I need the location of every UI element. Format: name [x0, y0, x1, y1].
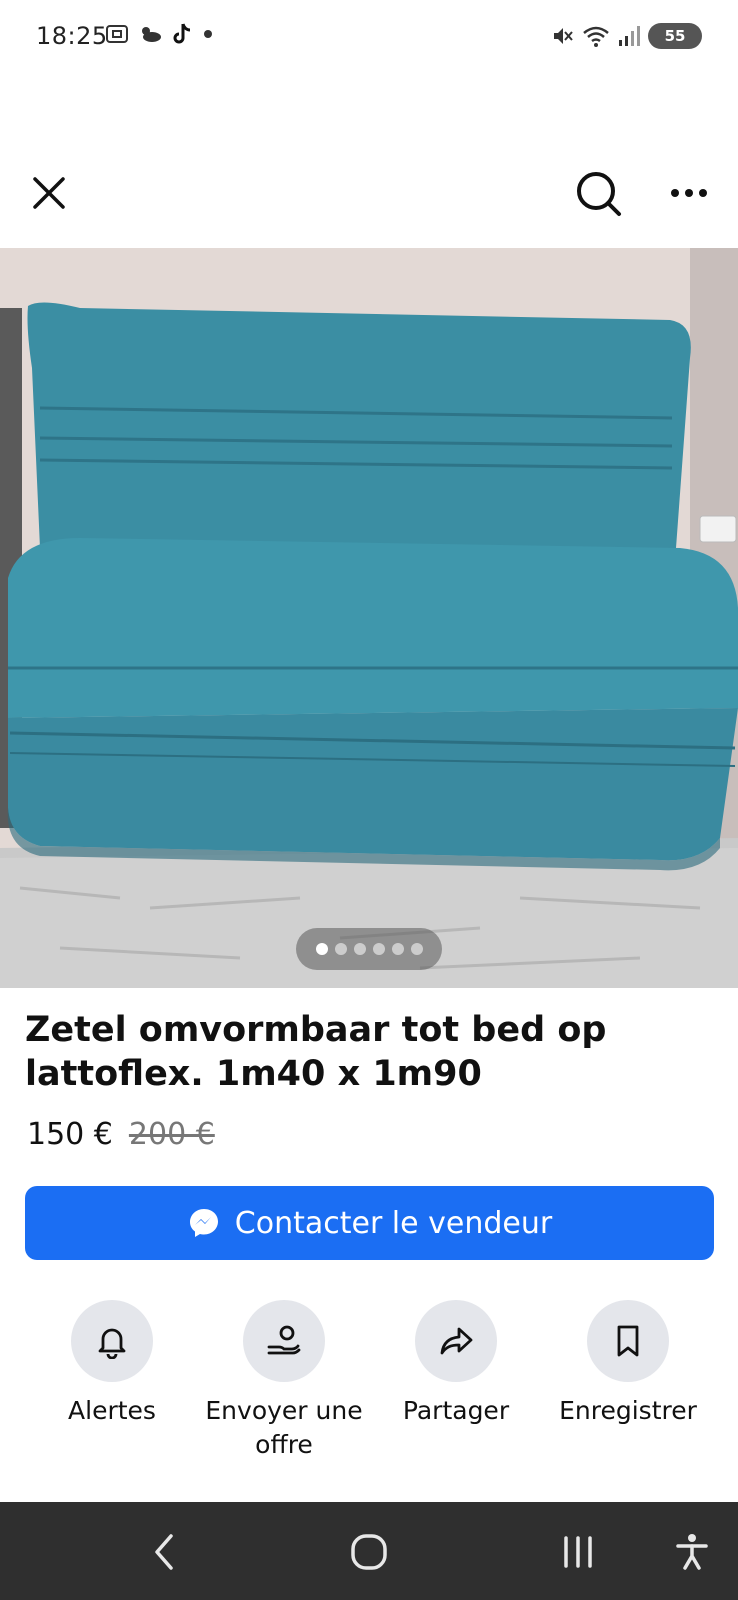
- price-row: 150 € 200 €: [27, 1117, 215, 1152]
- send-offer-action-circle[interactable]: [243, 1300, 325, 1382]
- search-icon: [577, 172, 621, 216]
- marketplace-listing-screen: 18:25 55 Zetel omvormbaar tot bed op lat…: [0, 0, 738, 1600]
- save-label: Enregistrer: [559, 1396, 697, 1425]
- listing-title: Zetel omvormbaar tot bed op lattoflex. 1…: [25, 1010, 607, 1094]
- pager-dot[interactable]: [410, 943, 423, 955]
- listing-photo[interactable]: [0, 248, 738, 988]
- mute-icon: [554, 28, 573, 44]
- contact-seller-button[interactable]: Contacter le vendeur: [25, 1186, 714, 1260]
- app-bar: [0, 150, 738, 240]
- wifi-icon: [583, 26, 609, 47]
- share-label: Partager: [402, 1396, 510, 1425]
- weather-icon: [142, 27, 161, 42]
- search-button[interactable]: [570, 165, 628, 223]
- current-price: 150 €: [27, 1117, 113, 1152]
- close-button[interactable]: [24, 168, 74, 218]
- battery-level: 55: [664, 27, 686, 45]
- action-row: Alertes Envoyer une offre Partager Enreg…: [0, 1300, 738, 1470]
- pager-dot[interactable]: [315, 943, 328, 955]
- home-icon: [351, 1534, 387, 1570]
- back-icon: [155, 1534, 173, 1570]
- alerts-action-circle[interactable]: [71, 1300, 153, 1382]
- bookmark-icon: [617, 1325, 639, 1357]
- pager-dot[interactable]: [334, 943, 347, 955]
- status-time: 18:25: [36, 22, 108, 50]
- messenger-icon: [189, 1209, 218, 1237]
- recents-button[interactable]: [546, 1520, 610, 1584]
- send-offer-action[interactable]: Envoyer une offre: [199, 1300, 369, 1462]
- contact-seller-label: Contacter le vendeur: [234, 1205, 553, 1241]
- offer-icon: [267, 1325, 301, 1355]
- home-button[interactable]: [337, 1520, 401, 1584]
- tiktok-icon: [173, 23, 191, 44]
- save-action[interactable]: Enregistrer: [543, 1300, 713, 1428]
- alerts-label: Alertes: [68, 1396, 156, 1425]
- share-icon: [440, 1327, 473, 1355]
- system-navigation-bar: [0, 1502, 738, 1600]
- signal-icon: [619, 26, 640, 46]
- accessibility-button[interactable]: [660, 1520, 724, 1584]
- status-bar: 18:25 55: [0, 0, 738, 78]
- sofa-photo-illustration: [0, 248, 738, 988]
- notification-icons: [105, 22, 215, 46]
- pager-dot[interactable]: [372, 943, 385, 955]
- system-icons: 55: [550, 23, 702, 49]
- bell-icon: [98, 1328, 126, 1359]
- photo-pager[interactable]: [296, 928, 442, 970]
- pager-dot[interactable]: [353, 943, 366, 955]
- screenshot-icon: [106, 25, 128, 43]
- original-price: 200 €: [128, 1117, 215, 1152]
- more-icon: [671, 189, 707, 197]
- dot-icon: [204, 30, 212, 38]
- more-options-button[interactable]: [664, 168, 714, 218]
- share-action[interactable]: Partager: [371, 1300, 541, 1428]
- save-action-circle[interactable]: [587, 1300, 669, 1382]
- battery-indicator: 55: [648, 23, 702, 49]
- alerts-action[interactable]: Alertes: [27, 1300, 197, 1428]
- back-button[interactable]: [132, 1520, 196, 1584]
- share-action-circle[interactable]: [415, 1300, 497, 1382]
- recents-icon: [564, 1536, 592, 1568]
- pager-dot[interactable]: [391, 943, 404, 955]
- send-offer-label: Envoyer une offre: [205, 1396, 363, 1459]
- accessibility-icon: [676, 1534, 708, 1570]
- close-icon: [33, 177, 65, 209]
